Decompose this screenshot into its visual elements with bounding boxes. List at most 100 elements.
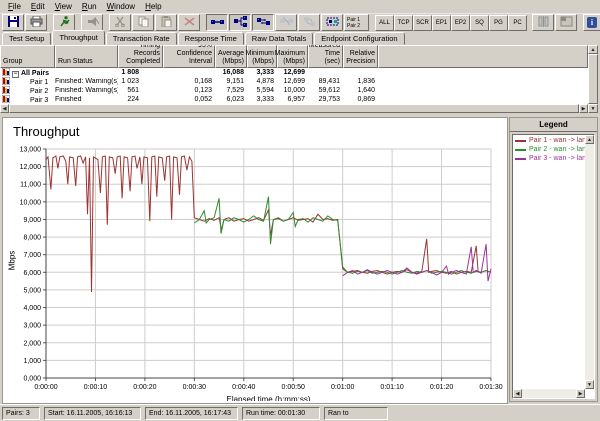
- scroll-left-button[interactable]: ◀: [0, 104, 9, 113]
- filter-all-button[interactable]: ALL: [375, 15, 394, 31]
- y-tick-label: 2,000: [23, 340, 41, 347]
- y-tick-label: 10,000: [20, 199, 42, 206]
- filter-pc-button[interactable]: PC: [508, 15, 527, 31]
- add-multicast-group-button[interactable]: [229, 14, 251, 31]
- swap-endpoints-button[interactable]: [298, 14, 320, 31]
- tab-throughput[interactable]: Throughput: [52, 30, 104, 45]
- y-tick-label: 8,000: [23, 235, 41, 242]
- scroll-down-button[interactable]: ▼: [588, 104, 598, 113]
- save-button[interactable]: [2, 14, 24, 31]
- filter-tcp-button[interactable]: TCP: [394, 15, 413, 31]
- scroll-up-button[interactable]: ▲: [585, 135, 594, 144]
- run-test-button[interactable]: [53, 14, 75, 31]
- scroll-up-button[interactable]: ▲: [588, 45, 598, 54]
- column-header-3[interactable]: 95% Confidence Interval: [163, 45, 215, 68]
- menu-help[interactable]: Help: [140, 2, 166, 11]
- y-tick-label: 12,000: [20, 164, 42, 171]
- throughput-chart: 0,0001,0002,0003,0004,0005,0006,0007,000…: [3, 118, 505, 401]
- legend-panel: Legend Pair 1 - wan -> lanPair 2 - wan -…: [509, 117, 598, 402]
- scroll-left-button[interactable]: ◀: [513, 389, 522, 398]
- y-tick-label: 1,000: [23, 358, 41, 365]
- table-horizontal-scrollbar[interactable]: ◀ ▶: [0, 104, 588, 113]
- tab-response-time[interactable]: Response Time: [178, 32, 244, 45]
- scrollbar-thumb[interactable]: [9, 104, 579, 113]
- y-tick-label: 13,000: [20, 147, 42, 154]
- paste-icon: [160, 14, 173, 32]
- filter-pg-button[interactable]: PG: [489, 15, 508, 31]
- application-window: FileEditViewRunWindowHelp Pair 1Pair 2 AL…: [0, 0, 600, 421]
- table-body: −All Pairs1 80816,0883,33312,699Pair 1Fi…: [0, 68, 588, 104]
- edit-pair-button[interactable]: [252, 14, 274, 31]
- status-field-1: Start: 16.11.2005, 16:16:13: [44, 407, 141, 420]
- column-header-7[interactable]: Measured Time (sec): [308, 45, 343, 68]
- status-bar: Pairs: 3Start: 16.11.2005, 16:16:13End: …: [0, 404, 600, 421]
- column-header-1[interactable]: Run Status: [55, 45, 118, 68]
- column-header-5[interactable]: Minimum (Mbps): [247, 45, 277, 68]
- abort-run-button[interactable]: [81, 14, 103, 31]
- throughput-chart-panel: Throughput Mbps 0,0001,0002,0003,0004,00…: [2, 117, 508, 404]
- tab-raw-data-totals[interactable]: Raw Data Totals: [245, 32, 313, 45]
- print-button[interactable]: [25, 14, 47, 31]
- cut-button[interactable]: [109, 14, 131, 31]
- group-cell: Pair 3: [0, 95, 55, 104]
- tab-test-setup[interactable]: Test Setup: [2, 32, 51, 45]
- splitter-button[interactable]: [532, 14, 554, 31]
- plot-area: [46, 149, 491, 378]
- delete-pair-button[interactable]: [178, 14, 200, 31]
- floppy-icon: [7, 14, 20, 32]
- menu-file[interactable]: File: [3, 2, 26, 11]
- table-vertical-scrollbar[interactable]: ▲ ▼: [588, 45, 598, 113]
- min-cell: 3,333: [247, 96, 277, 103]
- legend-vertical-scrollbar[interactable]: ▲ ▼: [585, 135, 594, 389]
- table-row-pair-3[interactable]: Pair 3Finished2240,0526,0233,3336,95729,…: [0, 95, 588, 104]
- y-tick-label: 11,000: [20, 182, 41, 189]
- column-header-8[interactable]: Relative Precision: [343, 45, 378, 68]
- copy-button[interactable]: [132, 14, 154, 31]
- pair-chart-icon: [2, 77, 10, 85]
- filter-sq-button[interactable]: SQ: [470, 15, 489, 31]
- column-header-4[interactable]: Average (Mbps): [215, 45, 247, 68]
- y-tick-label: 7,000: [23, 252, 41, 259]
- pair-list-button-line: Pair 2: [347, 23, 360, 29]
- group-label: Pair 3: [30, 97, 48, 104]
- precision-cell: 0,869: [343, 96, 378, 103]
- info-icon: i: [587, 17, 597, 28]
- group-label: All Pairs: [21, 70, 49, 77]
- replicate-pair-button[interactable]: [275, 14, 297, 31]
- time-cell: 29,753: [308, 96, 343, 103]
- menu-run[interactable]: Run: [77, 2, 102, 11]
- legend-item-pair-2[interactable]: Pair 2 - wan -> lan: [515, 145, 584, 154]
- y-tick-label: 6,000: [23, 270, 41, 277]
- filter-ep2-button[interactable]: EP2: [451, 15, 470, 31]
- scroll-right-button[interactable]: ▶: [576, 389, 585, 398]
- scroll-right-button[interactable]: ▶: [579, 104, 588, 113]
- scrollbar-thumb[interactable]: [588, 54, 598, 104]
- pair-list-button[interactable]: Pair 1Pair 2: [344, 14, 369, 31]
- tab-endpoint-configuration[interactable]: Endpoint Configuration: [314, 32, 404, 45]
- table-row-all-pairs[interactable]: −All Pairs1 80816,0883,33312,699: [0, 68, 588, 77]
- menu-edit[interactable]: Edit: [26, 2, 50, 11]
- column-header-6[interactable]: Maximum (Mbps): [277, 45, 308, 68]
- table-row-pair-1[interactable]: Pair 1Finished: Warning(s)1 0230,1689,15…: [0, 77, 588, 86]
- legend-item-pair-1[interactable]: Pair 1 - wan -> lan: [515, 136, 584, 145]
- column-header-2[interactable]: Timing Records Completed: [118, 45, 163, 68]
- filter-scr-button[interactable]: SCR: [413, 15, 432, 31]
- confidence-cell: 0,168: [163, 78, 215, 85]
- panel-button[interactable]: [555, 14, 577, 31]
- scroll-down-button[interactable]: ▼: [585, 380, 594, 389]
- menu-view[interactable]: View: [50, 2, 77, 11]
- add-pair-button[interactable]: [206, 14, 228, 31]
- column-header-0[interactable]: Group: [0, 45, 55, 68]
- menu-window[interactable]: Window: [102, 2, 140, 11]
- paste-button[interactable]: [155, 14, 177, 31]
- table-row-pair-2[interactable]: Pair 2Finished: Warning(s)5610,1237,5295…: [0, 86, 588, 95]
- filter-ep1-button[interactable]: EP1: [432, 15, 451, 31]
- legend-item-pair-3[interactable]: Pair 3 - wan -> lan: [515, 154, 584, 163]
- pair-arrows-icon: [257, 14, 270, 32]
- tab-transaction-rate[interactable]: Transaction Rate: [106, 32, 177, 45]
- records-cell: 561: [118, 87, 163, 94]
- legend-list: Pair 1 - wan -> lanPair 2 - wan -> lanPa…: [512, 134, 595, 399]
- info-button[interactable]: i: [583, 14, 600, 31]
- legend-horizontal-scrollbar[interactable]: ◀ ▶: [513, 389, 585, 398]
- group-pairs-button[interactable]: [321, 14, 343, 31]
